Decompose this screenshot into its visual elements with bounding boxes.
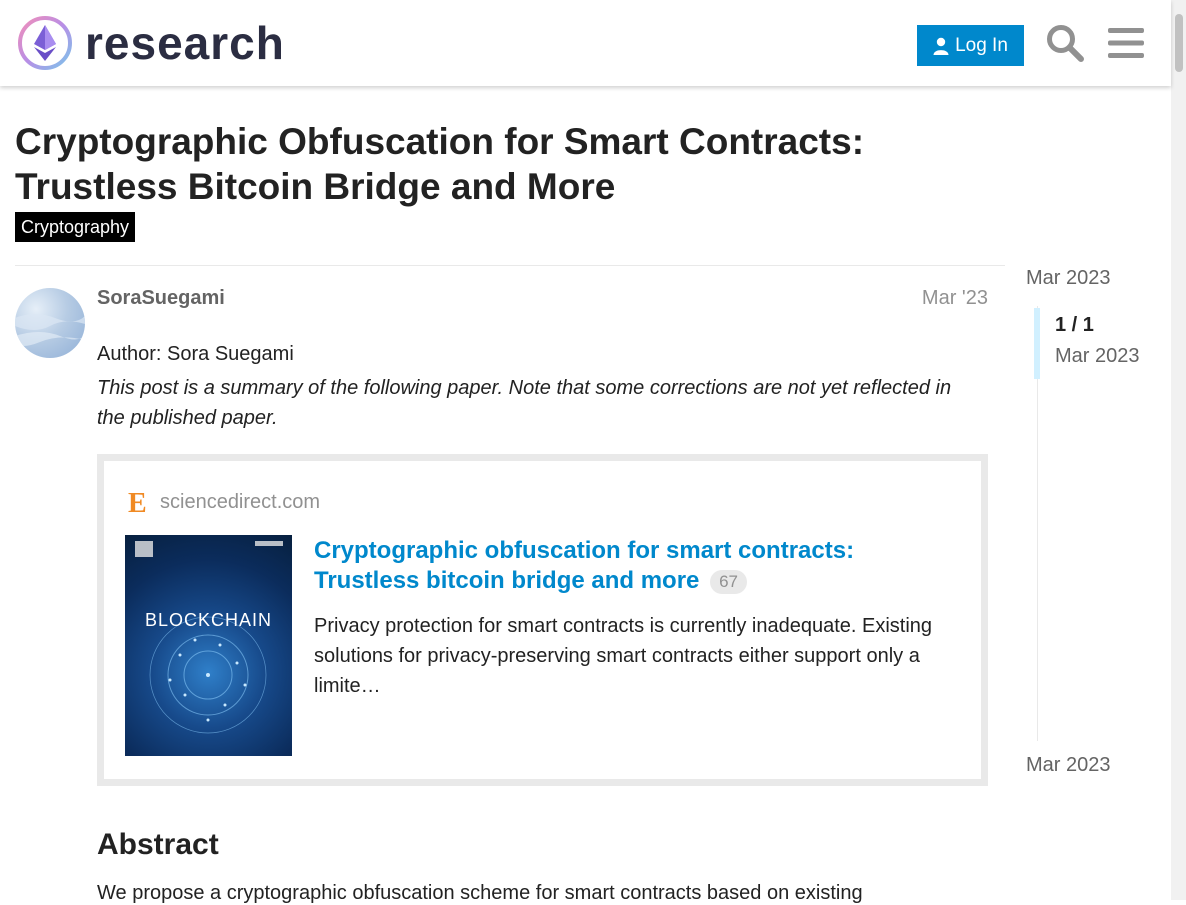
timeline-start-date[interactable]: Mar 2023	[1026, 267, 1111, 290]
cover-art	[135, 541, 283, 734]
page-scrollbar[interactable]	[1171, 0, 1186, 900]
site-header: research Log In	[0, 0, 1171, 86]
post-username[interactable]: SoraSuegami	[97, 287, 225, 310]
timeline-position-date: Mar 2023	[1055, 345, 1140, 367]
search-icon[interactable]	[1045, 23, 1085, 63]
post-author-line: Author: Sora Suegami	[97, 343, 294, 365]
category-badge[interactable]: Cryptography	[15, 212, 136, 242]
site-logo[interactable]: research	[17, 15, 285, 71]
topic-title[interactable]: Cryptographic Obfuscation for Smart Cont…	[15, 119, 975, 209]
elsevier-favicon-icon: E	[128, 488, 147, 517]
abstract-heading: Abstract	[97, 828, 219, 861]
cover-title: BLOCKCHAIN	[144, 610, 273, 630]
journal-cover-image[interactable]: BLOCKCHAIN	[125, 535, 292, 756]
timeline-scroll-handle[interactable]	[1034, 308, 1040, 379]
svg-text:E: E	[128, 488, 147, 517]
logo-text: research	[85, 17, 285, 69]
login-button[interactable]: Log In	[917, 25, 1024, 66]
hamburger-menu-icon[interactable]	[1108, 26, 1144, 60]
post-date[interactable]: Mar '23	[922, 287, 988, 310]
click-count-badge: 67	[710, 569, 747, 594]
login-label: Log In	[955, 34, 1008, 56]
abstract-text: We propose a cryptographic obfuscation s…	[97, 882, 863, 904]
onebox-domain[interactable]: sciencedirect.com	[160, 491, 320, 514]
user-icon	[933, 37, 949, 55]
onebox-title: Cryptographic obfuscation for smart cont…	[314, 537, 855, 594]
ethereum-logo-icon	[18, 16, 72, 70]
timeline-end-date[interactable]: Mar 2023	[1026, 754, 1111, 777]
link-preview-card: E sciencedirect.com BLOCKCHAIN Cryptogra…	[97, 454, 988, 786]
scrollbar-thumb[interactable]	[1175, 14, 1183, 72]
avatar[interactable]	[15, 288, 85, 358]
onebox-description: Privacy protection for smart contracts i…	[314, 615, 933, 697]
timeline-position: 1 / 1	[1055, 314, 1094, 336]
post-summary: This post is a summary of the following …	[97, 377, 952, 429]
onebox-source: E sciencedirect.com	[126, 487, 320, 517]
topic-divider	[15, 265, 1005, 266]
avatar-image	[15, 314, 85, 346]
onebox-title-link[interactable]: Cryptographic obfuscation for smart cont…	[314, 536, 934, 596]
